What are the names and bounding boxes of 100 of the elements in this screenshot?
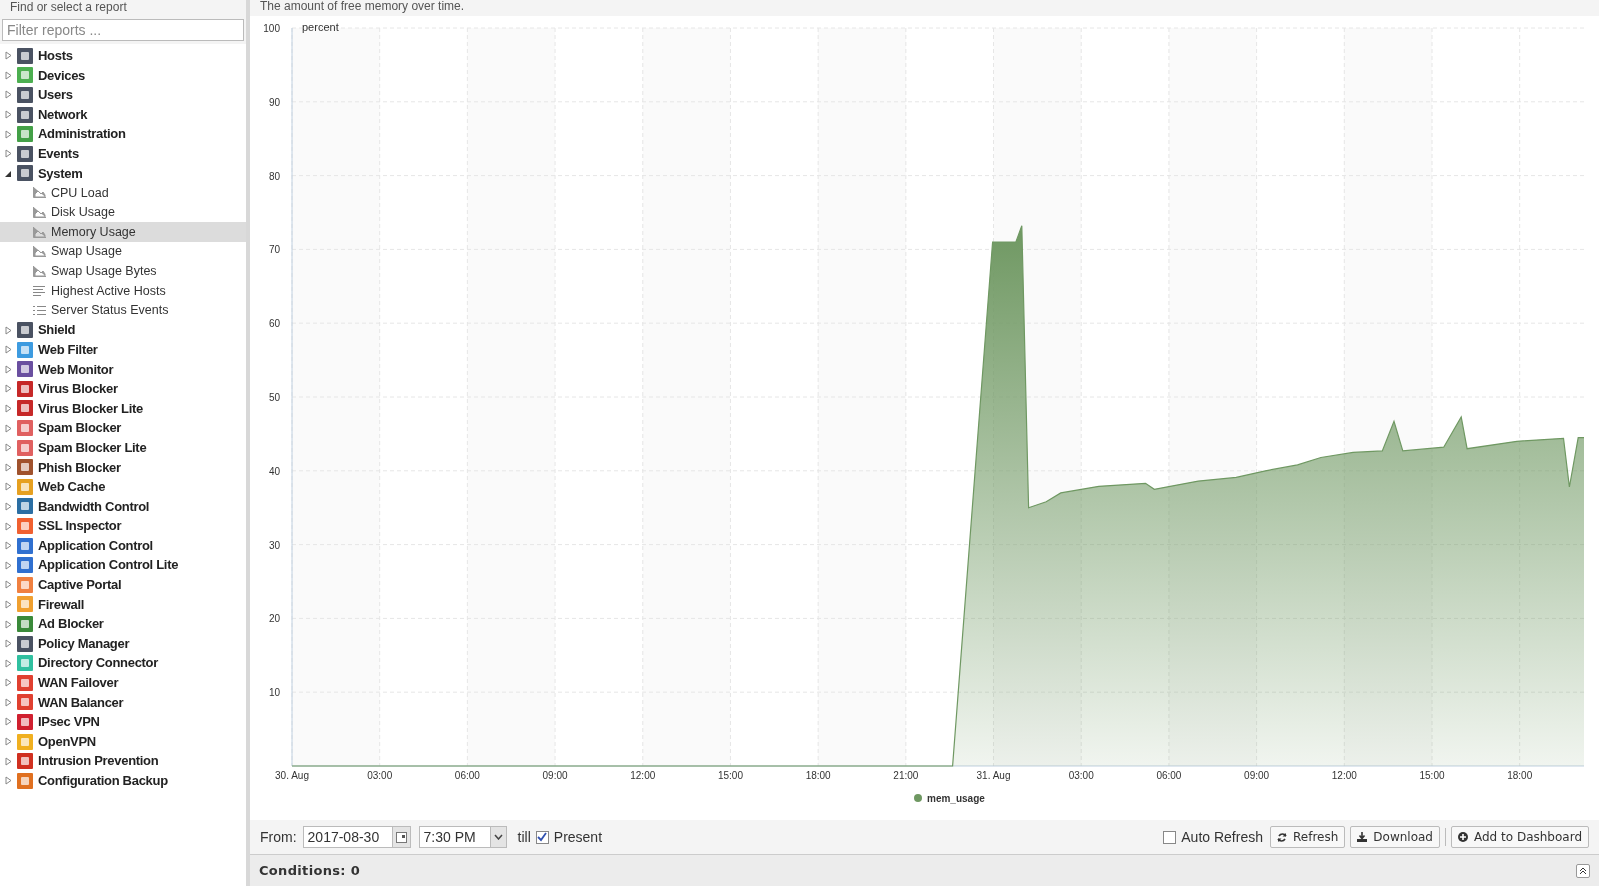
expand-toggle-icon[interactable] (5, 776, 12, 786)
sidebar-item[interactable]: Policy Manager (38, 633, 130, 654)
sidebar-item[interactable]: System (38, 163, 83, 184)
expand-toggle-icon[interactable] (5, 599, 12, 609)
report-item[interactable]: CPU Load (0, 183, 246, 203)
till-label: till (517, 827, 531, 847)
download-button[interactable]: Download (1350, 826, 1440, 848)
x-tick-label: 06:00 (1156, 770, 1182, 781)
expand-toggle-icon[interactable] (5, 501, 12, 511)
expand-toggle-icon[interactable] (5, 384, 12, 394)
x-tick-label: 03:00 (1068, 770, 1094, 781)
sidebar-item[interactable]: WAN Balancer (38, 692, 124, 713)
refresh-button[interactable]: Refresh (1270, 826, 1346, 848)
expand-toggle-icon[interactable] (5, 70, 12, 80)
refresh-icon (1277, 832, 1287, 842)
y-tick-label: 70 (268, 244, 280, 256)
sidebar-item[interactable]: Network (38, 104, 88, 125)
expand-toggle-icon[interactable] (5, 658, 12, 668)
sidebar-item[interactable]: Configuration Backup (38, 771, 168, 791)
expand-toggle-icon[interactable] (5, 345, 12, 355)
report-item[interactable]: Memory Usage (0, 222, 246, 242)
bar-lines-icon (33, 285, 46, 297)
sidebar-item[interactable]: IPsec VPN (38, 712, 100, 732)
sidebar-item[interactable]: OpenVPN (38, 731, 96, 752)
expand-toggle-icon[interactable] (5, 149, 12, 159)
sidebar-item[interactable]: Application Control Lite (38, 555, 179, 575)
report-item[interactable]: Swap Usage Bytes (0, 261, 246, 282)
y-tick-label: 60 (268, 318, 280, 330)
expand-toggle-icon[interactable] (5, 423, 12, 433)
expand-toggle-icon[interactable] (5, 756, 12, 766)
sidebar-item[interactable]: Application Control (38, 535, 153, 556)
x-tick-label: 09:00 (542, 770, 568, 781)
time-dropdown[interactable]: 7:30 PM (418, 826, 507, 848)
x-tick-label: 15:00 (1419, 770, 1445, 781)
expand-toggle-icon[interactable] (5, 364, 12, 374)
sidebar-item[interactable]: Spam Blocker Lite (38, 437, 147, 458)
calendar-icon[interactable] (395, 831, 407, 843)
report-item[interactable]: Server Status Events (0, 300, 246, 321)
sidebar-item[interactable]: Spam Blocker (38, 418, 122, 438)
sidebar-item[interactable]: Intrusion Prevention (38, 751, 159, 771)
expand-toggle-icon[interactable] (5, 560, 12, 570)
sidebar-item[interactable]: Events (38, 144, 79, 164)
x-tick-label: 18:00 (805, 770, 831, 781)
area-chart-icon (33, 187, 46, 199)
report-item[interactable]: Disk Usage (0, 202, 246, 223)
sidebar-item[interactable]: Web Monitor (38, 359, 114, 380)
x-tick-label: 12:00 (630, 770, 656, 781)
filter-field[interactable]: Filter reports ... (2, 19, 244, 41)
add-to-dashboard-button[interactable]: Add to Dashboard (1451, 826, 1589, 848)
y-tick-label: 90 (268, 96, 280, 108)
chevron-down-icon (493, 834, 503, 840)
expand-toggle-icon[interactable] (5, 521, 12, 531)
expand-toggle-icon[interactable] (5, 90, 12, 100)
sidebar-item[interactable]: Shield (38, 320, 76, 340)
expand-toggle-icon[interactable] (5, 678, 12, 688)
sidebar-item[interactable]: Directory Connector (38, 653, 158, 673)
expand-toggle-icon[interactable] (5, 129, 12, 139)
expand-toggle-icon[interactable] (5, 737, 12, 747)
expand-toggle-icon[interactable] (5, 639, 12, 649)
expand-button[interactable] (1576, 863, 1590, 878)
sidebar-item[interactable]: Virus Blocker Lite (38, 398, 143, 419)
x-tick-label: 31. Aug (976, 770, 1011, 781)
list-icon (33, 305, 46, 316)
plus-circle-icon (1458, 832, 1468, 842)
y-axis-label: percent (302, 21, 339, 33)
expand-toggle-icon[interactable] (5, 51, 12, 61)
checkbox[interactable] (1163, 830, 1177, 844)
sidebar-item[interactable]: Captive Portal (38, 575, 122, 595)
sidebar-item[interactable]: Phish Blocker (38, 457, 121, 477)
sidebar-item[interactable]: Ad Blocker (38, 614, 104, 634)
sidebar-item[interactable]: Virus Blocker (38, 379, 118, 399)
expand-toggle-icon[interactable] (5, 443, 12, 453)
expand-toggle-icon[interactable] (5, 541, 12, 551)
sidebar-item[interactable]: Users (38, 85, 73, 105)
expand-toggle-icon[interactable] (5, 697, 12, 707)
sidebar-item[interactable]: WAN Failover (38, 673, 119, 693)
expand-toggle-icon[interactable] (5, 717, 12, 727)
expand-toggle-icon[interactable] (5, 462, 12, 472)
from-label: From: (260, 827, 297, 847)
sidebar-item[interactable]: Bandwidth Control (38, 496, 150, 517)
sidebar-item[interactable]: Firewall (38, 594, 84, 615)
expand-toggle-icon[interactable] (5, 619, 12, 629)
report-item[interactable]: Highest Active Hosts (0, 281, 246, 301)
checkbox[interactable] (535, 830, 549, 844)
date-field[interactable]: 2017-08-30 (302, 826, 411, 848)
x-tick-label: 06:00 (454, 770, 480, 781)
expand-toggle-icon[interactable] (5, 404, 12, 413)
legend-label[interactable]: mem_usage (927, 793, 985, 804)
expand-toggle-icon[interactable] (5, 482, 12, 492)
expand-toggle-icon[interactable] (5, 325, 12, 335)
sidebar-item[interactable]: SSL Inspector (38, 516, 122, 536)
sidebar-item[interactable]: Administration (38, 124, 126, 144)
expand-toggle-icon[interactable] (5, 580, 12, 590)
double-chevron-up-icon (1579, 866, 1587, 875)
sidebar-item[interactable]: Devices (38, 65, 86, 86)
sidebar-item[interactable]: Hosts (38, 46, 73, 66)
sidebar-item[interactable]: Web Cache (38, 477, 106, 497)
sidebar-item[interactable]: Web Filter (38, 339, 98, 360)
report-item[interactable]: Swap Usage (0, 241, 246, 262)
expand-toggle-icon[interactable] (5, 110, 12, 120)
